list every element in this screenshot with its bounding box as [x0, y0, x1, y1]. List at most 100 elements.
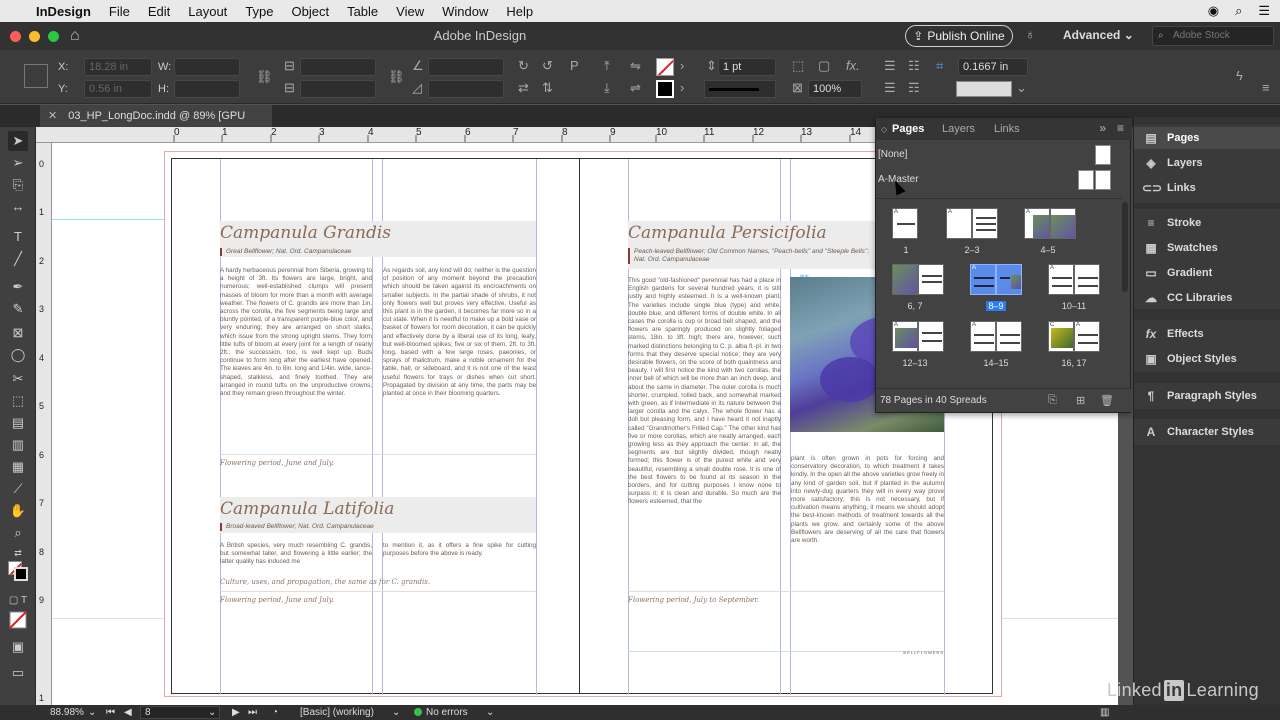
menu-view[interactable]: View: [396, 4, 424, 19]
stroke-weight-field[interactable]: 1 pt: [718, 58, 776, 76]
opacity-field[interactable]: 100%: [808, 80, 862, 98]
scale-x-field[interactable]: [300, 58, 376, 76]
panel-menu-icon[interactable]: ≡: [1117, 121, 1124, 135]
ellipse-tool-icon[interactable]: ◯: [8, 345, 28, 365]
direct-selection-tool-icon[interactable]: ➢: [8, 153, 28, 173]
select-container-icon[interactable]: ⤒: [604, 58, 610, 74]
fit-frame-icon[interactable]: ⬚: [792, 58, 804, 74]
spread-label-14-15[interactable]: 14–15: [966, 358, 1026, 368]
section2-subtitle[interactable]: Broad-leaved Bellflower; Nat. Ord. Campa…: [220, 523, 374, 531]
y-field[interactable]: 0.56 in: [84, 80, 152, 98]
note-tool-icon[interactable]: ▦: [8, 457, 28, 477]
master-none[interactable]: [None]: [878, 149, 907, 160]
thumb-page-8[interactable]: A: [970, 264, 996, 295]
page-tool-icon[interactable]: ⎘: [8, 175, 28, 195]
thumb-page-1[interactable]: A: [892, 208, 918, 239]
section2-column1-text[interactable]: A British species, very much resembling …: [220, 542, 372, 568]
notification-center-icon[interactable]: ☰: [1258, 3, 1270, 19]
persicifolia-subtitle[interactable]: Peach-leaved Bellflower; Old Common Name…: [628, 248, 878, 264]
dock-effects[interactable]: fx Effects: [1134, 323, 1280, 345]
collapse-panel-icon[interactable]: »: [1099, 121, 1106, 135]
page-8[interactable]: Campanula Grandis Great Bellflower; Nat.…: [171, 158, 585, 695]
stroke-dropdown-icon[interactable]: ›: [680, 80, 684, 95]
wrap-none-icon[interactable]: ☰: [884, 58, 896, 74]
thumb-page-4[interactable]: A: [1024, 208, 1050, 239]
menu-window[interactable]: Window: [442, 4, 488, 19]
pen-tool-icon[interactable]: ✒: [8, 277, 28, 297]
x-field[interactable]: 18.28 in: [84, 58, 152, 76]
section1-column2-text[interactable]: As regards soil, any kind will do; neith…: [383, 267, 536, 447]
default-colors-icon[interactable]: ⇄: [8, 543, 28, 563]
wrap-column-icon[interactable]: ☶: [908, 80, 920, 96]
persicifolia-column1-text[interactable]: This good "old-fashioned" perennial has …: [628, 277, 781, 593]
section1-flowering-note[interactable]: Flowering period, June and July.: [220, 459, 334, 467]
free-transform-tool-icon[interactable]: ⬚: [8, 391, 28, 411]
section1-title[interactable]: Campanula Grandis: [220, 223, 391, 243]
create-new-page-icon[interactable]: ⊞: [1076, 394, 1085, 407]
thumb-page-9[interactable]: [996, 264, 1022, 295]
preflight-profile[interactable]: [Basic] (working): [300, 705, 374, 720]
w-field[interactable]: [174, 58, 240, 76]
thumb-page-6[interactable]: [892, 264, 918, 295]
select-content-icon[interactable]: ⤓: [604, 80, 610, 96]
persicifolia-title[interactable]: Campanula Persicifolia: [628, 223, 827, 243]
zoom-level-field[interactable]: 88.98%: [50, 705, 84, 720]
profile-dropdown-icon[interactable]: ⌄: [392, 705, 400, 720]
app-menu[interactable]: InDesign: [36, 4, 91, 19]
section2-title[interactable]: Campanula Latifolia: [220, 499, 394, 519]
stroke-swatch[interactable]: [656, 80, 674, 98]
thumb-page-17[interactable]: A: [1074, 321, 1100, 352]
vertical-ruler[interactable]: 0 1 2 3 4 5 6 7 8 9 1: [36, 143, 52, 705]
thumb-page-13[interactable]: [918, 321, 944, 352]
creative-cloud-icon[interactable]: ◉: [1208, 3, 1219, 19]
eyedropper-tool-icon[interactable]: ⟋: [8, 479, 28, 499]
select-next-icon[interactable]: ⇌: [630, 80, 641, 96]
apply-none-icon[interactable]: [8, 611, 28, 631]
preflight-status[interactable]: No errors: [414, 705, 468, 720]
object-style-dropdown[interactable]: [956, 81, 1012, 97]
publish-online-button[interactable]: ⇪ Publish Online: [905, 25, 1013, 47]
rectangle-frame-tool-icon[interactable]: ⊠: [8, 323, 28, 343]
masters-separator[interactable]: [876, 198, 1122, 199]
thumb-page-2[interactable]: A: [946, 208, 972, 239]
fill-stroke-swatch-icon[interactable]: [8, 561, 28, 581]
object-style-chevron-icon[interactable]: ⌄: [1016, 80, 1027, 96]
menu-type[interactable]: Type: [245, 4, 273, 19]
spread-label-2-3[interactable]: 2–3: [942, 245, 1002, 255]
dock-stroke[interactable]: ≡ Stroke: [1134, 212, 1280, 234]
edit-page-size-icon[interactable]: ⎘: [1048, 394, 1057, 407]
dock-layers[interactable]: ◈ Layers: [1134, 152, 1280, 174]
constrain-scale-icon[interactable]: ⛓: [388, 69, 405, 85]
thumb-page-15[interactable]: [996, 321, 1022, 352]
wrap-shape-icon[interactable]: ⌗: [936, 58, 943, 74]
wrap-jump-icon[interactable]: ☰: [884, 80, 896, 96]
menu-table[interactable]: Table: [347, 4, 378, 19]
dock-paragraph-styles[interactable]: ¶ Paragraph Styles: [1134, 385, 1280, 407]
spread-label-8-9-selected[interactable]: 8–9: [966, 301, 1026, 311]
menu-layout[interactable]: Layout: [188, 4, 227, 19]
reference-point-icon[interactable]: [24, 64, 48, 88]
previous-page-icon[interactable]: ◀: [124, 705, 132, 720]
gradient-feather-tool-icon[interactable]: ▥: [8, 435, 28, 455]
fx-icon[interactable]: fx.: [846, 58, 860, 73]
gradient-swatch-tool-icon[interactable]: ▤: [8, 413, 28, 433]
thumb-page-16[interactable]: C: [1048, 321, 1074, 352]
delete-page-icon[interactable]: 🗑: [1100, 394, 1114, 407]
scissors-tool-icon[interactable]: ✂: [8, 369, 28, 389]
last-page-icon[interactable]: ⏭: [248, 705, 257, 720]
master-a-left-thumbnail[interactable]: [1078, 170, 1094, 190]
frame-icon[interactable]: ▢: [818, 58, 830, 74]
thumb-page-10[interactable]: A: [1048, 264, 1074, 295]
tab-pages[interactable]: Pages: [892, 123, 924, 135]
section1-column1-text[interactable]: A hardy herbaceous perennial from Siberi…: [220, 267, 372, 451]
zoom-dropdown-icon[interactable]: ⌄: [88, 705, 96, 720]
line-tool-icon[interactable]: ╱: [8, 249, 28, 269]
spread-label-12-13[interactable]: 12–13: [885, 358, 945, 368]
screen-mode-icon[interactable]: ▣: [8, 637, 28, 657]
spread-label-1[interactable]: 1: [876, 245, 936, 255]
thumb-page-11[interactable]: [1074, 264, 1100, 295]
next-page-icon[interactable]: ▶: [232, 705, 240, 720]
thumb-page-5[interactable]: [1050, 208, 1076, 239]
dock-gradient[interactable]: ▭ Gradient: [1134, 262, 1280, 284]
fill-none-swatch[interactable]: [656, 58, 674, 76]
